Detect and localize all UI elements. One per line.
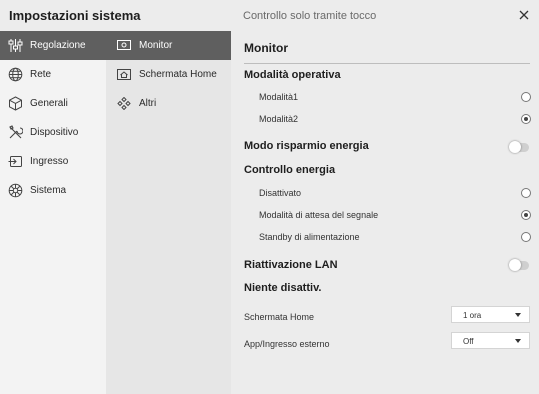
system-icon [8,183,23,198]
lan-wake-toggle[interactable] [509,259,529,271]
operating-mode-option-label: Modalità2 [259,114,299,124]
power-off-radio[interactable] [521,188,531,198]
sidebar-item-label: Dispositivo [30,127,79,138]
external-input-timeout-select[interactable]: Off [451,332,530,349]
sidebar-item-rete[interactable]: Rete [0,60,106,89]
sidebar-item-generali[interactable]: Generali [0,89,106,118]
title-divider [244,63,530,64]
input-icon [8,156,22,167]
sidebar-item-regolazione[interactable]: Regolazione [0,31,106,60]
power-control-heading: Controllo energia [244,164,336,176]
home-screen-timeout-label: Schermata Home [244,312,315,322]
close-icon[interactable] [515,6,533,24]
subnav-item-label: Monitor [139,40,173,51]
sidebar-item-label: Sistema [30,185,67,196]
sidebar-item-sistema[interactable]: Sistema [0,176,106,205]
monitor-icon [117,40,131,50]
energy-saving-toggle[interactable] [509,141,529,153]
lan-wake-label: Riattivazione LAN [244,259,338,271]
panel-title: Monitor [244,41,288,55]
external-input-timeout-label: App/Ingresso esterno [244,339,330,349]
subnav-item-altri[interactable]: Altri [106,89,231,118]
settings-panel: Monitor Modalità operativa Modalità1 Mod… [231,31,539,394]
select-value: 1 ora [463,311,482,320]
power-control-option-label: Modalità di attesa del segnale [259,210,379,220]
subnav-item-label: Schermata Home [139,69,217,80]
chevron-down-icon [515,339,521,343]
power-standby-radio[interactable] [521,232,531,242]
operating-mode-1-radio[interactable] [521,92,531,102]
secondary-sidebar: Monitor Schermata Home Altri [106,31,231,394]
no-off-heading: Niente disattiv. [244,282,322,294]
sidebar-item-label: Rete [30,69,52,80]
title-bar: Impostazioni sistema Controllo solo tram… [0,0,539,31]
energy-saving-label: Modo risparmio energia [244,140,369,152]
sidebar-item-ingresso[interactable]: Ingresso [0,147,106,176]
sliders-icon [8,39,23,52]
cube-icon [9,96,22,111]
signal-wait-radio[interactable] [521,210,531,220]
sidebar-item-label: Generali [30,98,68,109]
more-icon [117,97,131,110]
home-icon [117,69,131,80]
operating-mode-2-radio[interactable] [521,114,531,124]
sidebar-item-dispositivo[interactable]: Dispositivo [0,118,106,147]
operating-mode-option-label: Modalità1 [259,92,299,102]
subnav-item-monitor[interactable]: Monitor [106,31,231,60]
home-screen-timeout-select[interactable]: 1 ora [451,306,530,323]
subnav-item-label: Altri [139,98,157,109]
touch-only-note: Controllo solo tramite tocco [243,10,377,22]
sidebar-item-label: Ingresso [30,156,69,167]
power-control-option-label: Disattivato [259,188,302,198]
select-value: Off [463,337,474,346]
tools-icon [9,125,23,139]
power-control-option-label: Standby di alimentazione [259,232,360,242]
chevron-down-icon [515,313,521,317]
globe-icon [8,67,23,82]
operating-mode-heading: Modalità operativa [244,69,341,81]
app-title: Impostazioni sistema [9,8,141,23]
subnav-item-schermata-home[interactable]: Schermata Home [106,60,231,89]
sidebar-item-label: Regolazione [30,40,86,51]
primary-sidebar: Regolazione Rete Generali Dispositivo In… [0,31,106,394]
